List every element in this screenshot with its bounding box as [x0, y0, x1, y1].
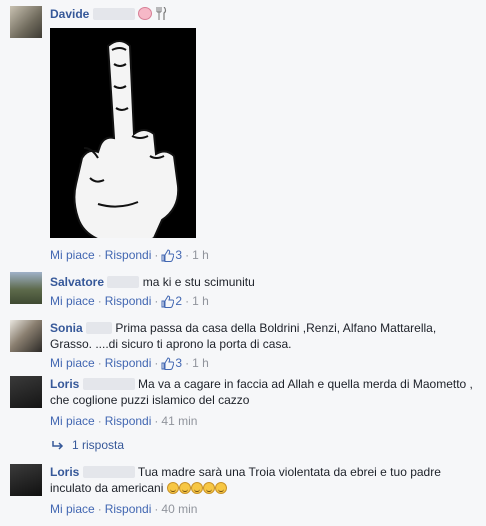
redacted-surname — [82, 378, 135, 390]
timestamp[interactable]: 1 h — [192, 294, 209, 308]
avatar[interactable] — [10, 464, 42, 496]
thumbs-up-icon — [161, 295, 175, 311]
timestamp[interactable]: 1 h — [192, 356, 209, 370]
commenter-name[interactable]: Sonia — [50, 321, 83, 335]
avatar[interactable] — [10, 6, 42, 38]
view-replies-link[interactable]: 1 risposta — [52, 438, 124, 454]
commenter-name[interactable]: Loris — [50, 377, 79, 391]
like-button[interactable]: Mi piace — [50, 356, 95, 370]
middle-finger-image[interactable] — [50, 28, 196, 246]
redacted-surname — [107, 276, 140, 288]
thumbs-up-icon — [161, 357, 175, 373]
redacted-surname — [82, 466, 135, 478]
like-button[interactable]: Mi piace — [50, 502, 95, 516]
like-count[interactable]: 3 — [161, 356, 182, 370]
commenter-name[interactable]: Loris — [50, 465, 79, 479]
like-button[interactable]: Mi piace — [50, 294, 95, 308]
commenter-name[interactable]: Davide — [50, 7, 89, 21]
comment-text: ma ki e stu scimunitu — [142, 275, 255, 289]
timestamp[interactable]: 40 min — [161, 502, 197, 516]
reply-button[interactable]: Rispondi — [105, 502, 152, 516]
avatar[interactable] — [10, 376, 42, 408]
redacted-surname — [86, 322, 113, 334]
laughing-emoji-icon — [166, 481, 227, 495]
replies-count-label: 1 risposta — [72, 438, 125, 452]
reply-button[interactable]: Rispondi — [105, 248, 152, 262]
reply-button[interactable]: Rispondi — [105, 356, 152, 370]
avatar[interactable] — [10, 272, 42, 304]
reply-arrow-icon — [52, 440, 64, 454]
like-count[interactable]: 3 — [161, 248, 182, 262]
like-button[interactable]: Mi piace — [50, 248, 95, 262]
like-button[interactable]: Mi piace — [50, 414, 95, 428]
timestamp[interactable]: 41 min — [161, 414, 197, 428]
timestamp[interactable]: 1 h — [192, 248, 209, 262]
fork-knife-icon — [155, 6, 167, 24]
thumbs-up-icon — [161, 249, 175, 265]
avatar[interactable] — [10, 320, 42, 352]
commenter-name[interactable]: Salvatore — [50, 275, 104, 289]
reply-button[interactable]: Rispondi — [105, 294, 152, 308]
redacted-surname — [92, 8, 135, 20]
like-count[interactable]: 2 — [161, 294, 182, 308]
pig-emoji-icon — [138, 7, 153, 20]
reply-button[interactable]: Rispondi — [105, 414, 152, 428]
